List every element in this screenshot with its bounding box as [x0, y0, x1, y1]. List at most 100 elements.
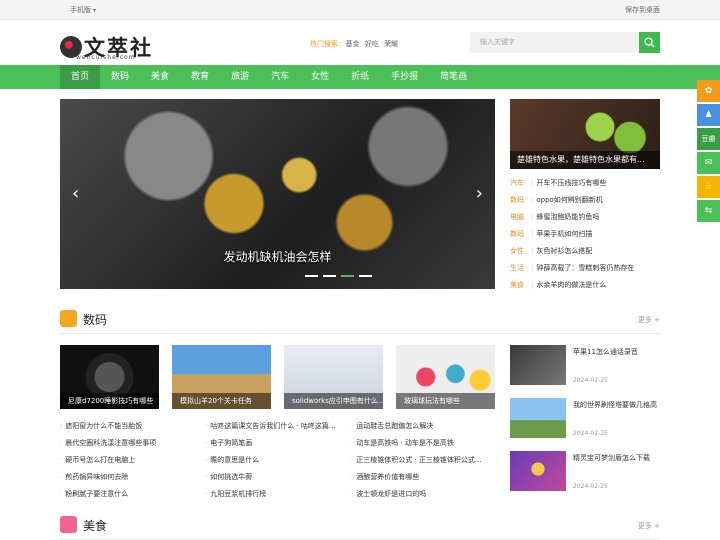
- favorite-icon[interactable]: ☆: [697, 176, 720, 198]
- share-icon[interactable]: ⇆: [697, 200, 720, 222]
- top-bar: 手机版 ▾ 保存到桌面: [0, 0, 720, 20]
- list-item-title[interactable]: 水余羊肉的做法是什么: [536, 281, 606, 289]
- list-item[interactable]: 数码 | 苹果手机如何扫描: [510, 226, 660, 243]
- category-tag[interactable]: 数码: [510, 226, 531, 243]
- chevron-left-icon[interactable]: ‹: [72, 183, 79, 204]
- article-title[interactable]: 精灵宝可梦剑盾怎么下载: [573, 453, 650, 463]
- image-card[interactable]: 尼康d7200睡影技巧有哪些: [60, 345, 159, 409]
- image-card[interactable]: 模拟山羊20个关卡任务: [172, 345, 271, 409]
- list-item-title[interactable]: 钟薛高载了：雪糕刺客仍热存在: [536, 264, 634, 272]
- image-card[interactable]: solidworks应引申图有什么...: [284, 345, 383, 409]
- list-item[interactable]: 正三棱锥体积公式 · 正三棱锥体积公式...: [351, 452, 499, 469]
- nav-item-origami[interactable]: 折纸: [340, 65, 380, 89]
- digital-section-icon: [60, 310, 77, 327]
- nav-item-travel[interactable]: 旅游: [220, 65, 260, 89]
- category-tag[interactable]: 汽车: [510, 175, 531, 192]
- list-item-title[interactable]: 苹果手机如何扫描: [536, 230, 592, 238]
- list-item[interactable]: 九阳豆浆机排行榜: [205, 486, 353, 503]
- nav-item-car[interactable]: 汽车: [260, 65, 300, 89]
- list-item[interactable]: 我的世界刷怪塔要做几格高 2024-02-25: [510, 398, 660, 451]
- list-item[interactable]: 动车是高铁吗 · 动车是不是高铁: [351, 435, 499, 452]
- slider-dot[interactable]: [323, 275, 336, 277]
- nav-item-home[interactable]: 首页: [60, 65, 101, 89]
- image-card[interactable]: 玻璃球玩法有哪些: [396, 345, 495, 409]
- category-tag[interactable]: 生活: [510, 260, 531, 277]
- search-button[interactable]: [639, 32, 660, 53]
- digital-cards: 尼康d7200睡影技巧有哪些 模拟山羊20个关卡任务 solidworks应引申…: [60, 345, 495, 409]
- nav-item-women[interactable]: 女性: [300, 65, 340, 89]
- logo-domain: wencuishe.com: [76, 54, 136, 61]
- list-item[interactable]: 如何挑选牛蒡: [205, 469, 353, 486]
- list-item[interactable]: 咕咚这篇课文告诉我们什么 · 咕咚这篇...: [205, 418, 353, 435]
- hero-slider[interactable]: ‹ › 发动机缺机油会怎样: [60, 99, 495, 289]
- hot-search-label: 热门搜索:: [310, 40, 341, 48]
- list-item[interactable]: 汽车 | 开车不压线技巧有哪些: [510, 175, 660, 192]
- list-item[interactable]: 硬币号怎么打在电脑上: [60, 452, 208, 469]
- list-item[interactable]: 瞻的意思是什么: [205, 452, 353, 469]
- more-link[interactable]: 更多 +: [638, 315, 660, 325]
- article-title[interactable]: 我的世界刷怪塔要做几格高: [573, 400, 657, 410]
- douban-icon[interactable]: 豆瓣: [697, 128, 720, 150]
- mobile-version-label: 手机版: [70, 6, 91, 14]
- right-article-list: 苹果11怎么通话录音 2024-02-25 我的世界刷怪塔要做几格高 2024-…: [510, 345, 660, 504]
- article-title[interactable]: 苹果11怎么通话录音: [573, 347, 638, 357]
- qq-icon[interactable]: ♟: [697, 104, 720, 126]
- category-tag[interactable]: 电脑: [510, 209, 531, 226]
- list-item[interactable]: 运动鞋舌总跑偏怎么解决: [351, 418, 499, 435]
- hot-search-word[interactable]: 荣耀: [384, 40, 398, 48]
- slider-dot[interactable]: [359, 275, 372, 277]
- article-thumbnail[interactable]: [510, 451, 566, 491]
- hero-caption[interactable]: 发动机缺机油会怎样: [60, 248, 495, 265]
- list-item-title[interactable]: oppo如何辨别翻新机: [536, 196, 602, 204]
- list-item[interactable]: 晨代空圈科洗漾注意哪些事项: [60, 435, 208, 452]
- search-input[interactable]: [470, 32, 640, 53]
- category-tag[interactable]: 美食: [510, 277, 531, 294]
- section-title[interactable]: 数码: [83, 311, 107, 328]
- hot-search: 热门搜索: 基金 好吃 荣耀: [310, 39, 398, 49]
- list-item[interactable]: 电脑 | 蜂蜜泡鲍奶能钓鱼吗: [510, 209, 660, 226]
- list-item-title[interactable]: 蜂蜜泡鲍奶能钓鱼吗: [536, 213, 599, 221]
- list-item[interactable]: 酒酿营养价值有哪些: [351, 469, 499, 486]
- list-item[interactable]: 女性 | 灰色衬衫怎么搭配: [510, 243, 660, 260]
- list-item[interactable]: 精灵宝可梦剑盾怎么下载 2024-02-25: [510, 451, 660, 504]
- wechat-icon[interactable]: ✉: [697, 152, 720, 174]
- list-item[interactable]: 粉刷腻子要注意什么: [60, 486, 208, 503]
- list-item-title[interactable]: 开车不压线技巧有哪些: [536, 179, 606, 187]
- weibo-icon[interactable]: ✿: [697, 80, 720, 102]
- list-item[interactable]: 遮阳窗为什么不能当胎饭: [60, 418, 208, 435]
- image-card-caption: 模拟山羊20个关卡任务: [172, 393, 271, 409]
- list-item[interactable]: 电子狗简笔画: [205, 435, 353, 452]
- slider-dot[interactable]: [305, 275, 318, 277]
- chevron-right-icon[interactable]: ›: [476, 183, 483, 204]
- save-to-desktop-link[interactable]: 保存到桌面: [625, 5, 660, 15]
- list-item[interactable]: 苹果11怎么通话录音 2024-02-25: [510, 345, 660, 398]
- floating-share-bar: ✿ ♟ 豆瓣 ✉ ☆ ⇆: [697, 80, 720, 224]
- slider-dots: [305, 275, 372, 277]
- category-tag[interactable]: 数码: [510, 192, 531, 209]
- nav-item-food[interactable]: 美食: [140, 65, 180, 89]
- more-link[interactable]: 更多 +: [638, 521, 660, 531]
- search-box: [470, 32, 660, 53]
- list-item[interactable]: 美食 | 水余羊肉的做法是什么: [510, 277, 660, 294]
- list-item-title[interactable]: 灰色衬衫怎么搭配: [536, 247, 592, 255]
- section-header-digital: 数码 更多 +: [60, 308, 660, 334]
- hot-search-word[interactable]: 好吃: [365, 40, 379, 48]
- side-feature-card[interactable]: 楚雄特色水果，楚雄特色水果都有...: [510, 99, 660, 169]
- nav-item-digital[interactable]: 数码: [100, 65, 140, 89]
- list-item[interactable]: 煎药锅异味如何去除: [60, 469, 208, 486]
- nav-item-handwritten[interactable]: 手抄报: [380, 65, 429, 89]
- list-item[interactable]: 数码 | oppo如何辨别翻新机: [510, 192, 660, 209]
- hot-search-word[interactable]: 基金: [346, 40, 360, 48]
- article-thumbnail[interactable]: [510, 345, 566, 385]
- mobile-version-link[interactable]: 手机版 ▾: [70, 5, 96, 15]
- article-date: 2024-02-25: [573, 377, 608, 384]
- article-thumbnail[interactable]: [510, 398, 566, 438]
- section-header-food: 美食 更多 +: [60, 514, 660, 540]
- nav-item-drawing[interactable]: 简笔画: [429, 65, 478, 89]
- category-tag[interactable]: 女性: [510, 243, 531, 260]
- section-title[interactable]: 美食: [83, 517, 107, 534]
- list-item[interactable]: 波士顿龙虾是进口的吗: [351, 486, 499, 503]
- slider-dot-active[interactable]: [341, 275, 354, 277]
- nav-item-education[interactable]: 教育: [180, 65, 220, 89]
- list-item[interactable]: 生活 | 钟薛高载了：雪糕刺客仍热存在: [510, 260, 660, 277]
